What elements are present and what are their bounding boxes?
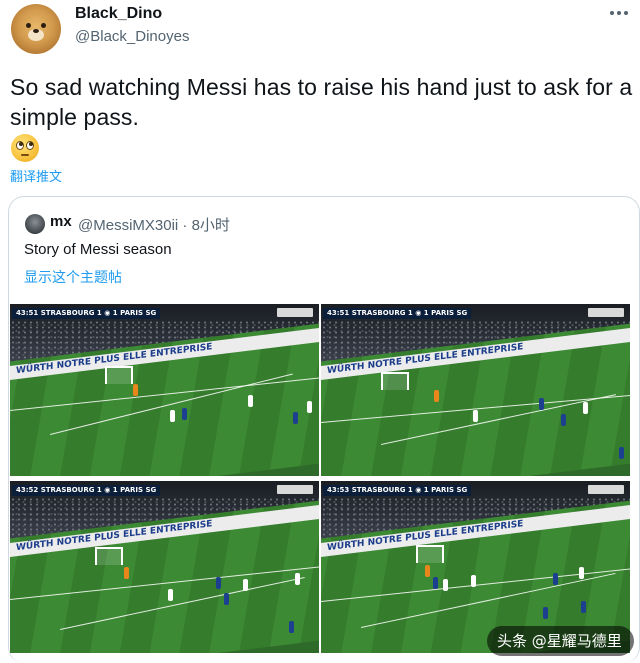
avatar[interactable]	[11, 4, 61, 54]
player	[471, 575, 476, 587]
quoted-tweet-text: Story of Messi season	[24, 241, 172, 258]
player	[124, 567, 129, 579]
player	[425, 565, 430, 577]
broadcaster-logo	[277, 308, 313, 317]
player	[133, 384, 138, 396]
quoted-avatar	[25, 214, 45, 234]
avatar-eye	[41, 23, 46, 28]
player	[224, 593, 229, 605]
more-horizontal-icon[interactable]	[607, 3, 631, 23]
quoted-tweet-card[interactable]: mx @MessiMX30ii · 8小时 Story of Messi sea…	[8, 196, 640, 663]
media-grid: WÜRTH NOTRE PLUS ELLE ENTREPRISE 43:51 S…	[9, 304, 639, 663]
player	[581, 601, 586, 613]
player	[443, 579, 448, 591]
player	[170, 410, 175, 422]
player	[216, 577, 221, 589]
player	[553, 573, 558, 585]
player	[434, 390, 439, 402]
player	[293, 412, 298, 424]
user-handle[interactable]: @Black_Dinoyes	[75, 28, 189, 45]
watermark: 头条 @星耀马德里	[487, 626, 634, 656]
goal	[95, 547, 123, 565]
broadcaster-logo	[277, 485, 313, 494]
tweet-header: Black_Dino @Black_Dinoyes	[0, 0, 640, 60]
avatar-nose	[33, 29, 39, 33]
broadcaster-logo	[588, 485, 624, 494]
show-thread-link[interactable]: 显示这个主题帖	[24, 267, 122, 287]
player	[289, 621, 294, 633]
media-image-3[interactable]: WÜRTH NOTRE PLUS ELLE ENTREPRISE 43:52 S…	[10, 481, 319, 653]
player	[473, 410, 478, 422]
media-image-2[interactable]: WÜRTH NOTRE PLUS ELLE ENTREPRISE 43:51 S…	[321, 304, 630, 476]
player	[561, 414, 566, 426]
tweet-text: So sad watching Messi has to raise his h…	[10, 74, 633, 130]
goal	[381, 372, 409, 390]
player	[539, 398, 544, 410]
scoreboard: 43:51 STRASBOURG 1 ◉ 1 PARIS SG	[12, 308, 161, 319]
scoreboard: 43:51 STRASBOURG 1 ◉ 1 PARIS SG	[323, 308, 472, 319]
player	[243, 579, 248, 591]
player	[583, 402, 588, 414]
rolling-eyes-emoji-icon	[11, 134, 39, 162]
player	[295, 573, 300, 585]
display-name[interactable]: Black_Dino	[75, 5, 162, 23]
scoreboard: 43:52 STRASBOURG 1 ◉ 1 PARIS SG	[12, 485, 161, 496]
goal	[105, 366, 133, 384]
scoreboard: 43:53 STRASBOURG 1 ◉ 1 PARIS SG	[323, 485, 472, 496]
media-image-1[interactable]: WÜRTH NOTRE PLUS ELLE ENTREPRISE 43:51 S…	[10, 304, 319, 476]
broadcaster-logo	[588, 308, 624, 317]
player	[619, 447, 624, 459]
quoted-display-name: mx	[50, 213, 72, 230]
player	[307, 401, 312, 413]
player	[579, 567, 584, 579]
player	[433, 577, 438, 589]
goal	[416, 545, 444, 563]
translate-tweet-link[interactable]: 翻译推文	[10, 166, 62, 185]
player	[248, 395, 253, 407]
player	[168, 589, 173, 601]
player	[182, 408, 187, 420]
quoted-handle-and-time: @MessiMX30ii · 8小时	[78, 217, 230, 234]
player	[543, 607, 548, 619]
avatar-eye	[26, 23, 31, 28]
